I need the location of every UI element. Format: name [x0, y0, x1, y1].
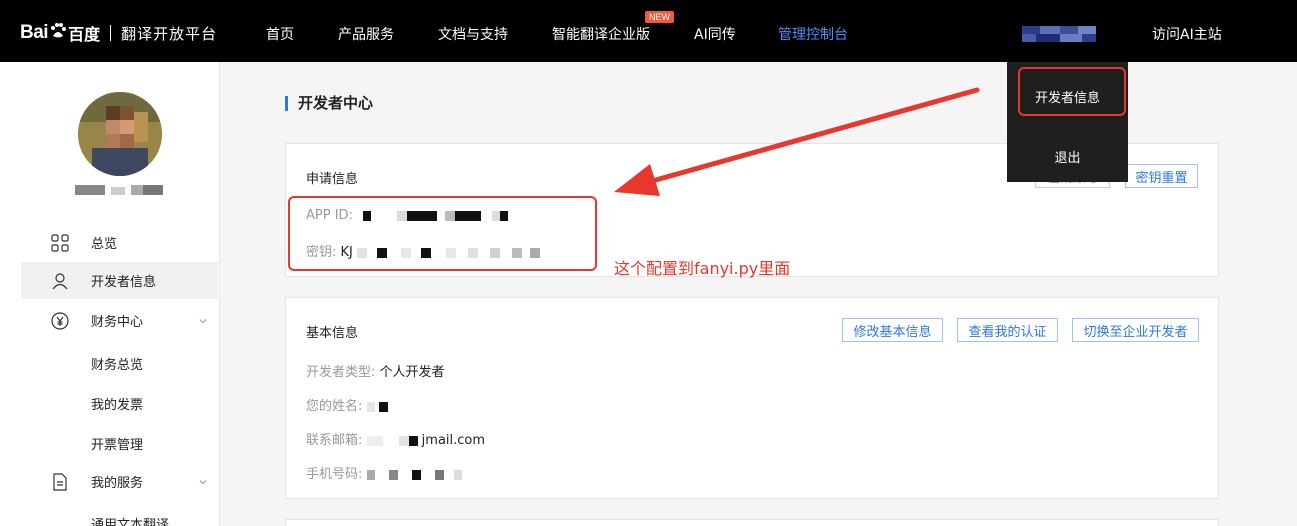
nav-enterprise[interactable]: 智能翻译企业版 — [552, 24, 650, 44]
apply-info-title: 申请信息 — [306, 172, 359, 187]
nav-home[interactable]: 首页 — [266, 24, 294, 44]
sidebar-label-finance: 财务中心 — [91, 315, 144, 330]
sidebar-item-finance-overview[interactable]: 财务总览 — [91, 354, 143, 373]
user-icon — [52, 272, 68, 289]
annotation-note: 这个配置到fanyi.py里面 — [614, 259, 791, 278]
username-redacted[interactable] — [1022, 26, 1096, 42]
platform-name: 翻译开放平台 — [121, 24, 218, 43]
phone-field: 手机号码: — [306, 463, 463, 482]
annotation-highlight-developer-info — [1018, 67, 1126, 116]
nav-products[interactable]: 产品服务 — [338, 24, 394, 44]
avatar[interactable] — [78, 92, 162, 176]
phone-value-redacted — [366, 467, 463, 482]
sidebar-label-developer-info: 开发者信息 — [91, 275, 157, 290]
page-title: 开发者中心 — [285, 96, 373, 111]
chevron-down-icon — [199, 479, 207, 484]
yen-icon — [51, 311, 69, 330]
sidebar-item-finance[interactable]: 财务中心 — [21, 302, 218, 339]
name-field: 您的姓名: — [306, 395, 388, 414]
developer-type-field: 开发者类型: 个人开发者 — [306, 361, 445, 380]
annotation-highlight-credentials — [288, 196, 597, 271]
email-field: 联系邮箱: jmail.com — [306, 429, 485, 448]
sidebar-item-my-services[interactable]: 我的服务 — [21, 463, 218, 500]
avatar-image — [78, 92, 162, 176]
sidebar-label-overview: 总览 — [91, 237, 118, 252]
grid-icon — [51, 233, 69, 252]
name-label: 您的姓名: — [306, 399, 363, 414]
logo-text-baidu: 百度 — [68, 25, 101, 44]
edit-basic-info-button[interactable]: 修改基本信息 — [842, 318, 943, 342]
next-card-partial — [285, 519, 1219, 526]
sidebar-item-invoice-management[interactable]: 开票管理 — [91, 434, 143, 453]
sidebar: 总览 开发者信息 财务中心 财务总览 我的发票 开票管理 我的服务 通用文本翻译 — [0, 62, 220, 526]
sidebar-item-my-invoices[interactable]: 我的发票 — [91, 394, 143, 413]
menu-item-logout[interactable]: 退出 — [1007, 147, 1128, 166]
email-label: 联系邮箱: — [306, 433, 363, 448]
baidu-logo[interactable]: Bai 百度 翻译开放平台 — [20, 20, 217, 46]
new-badge: NEW — [645, 11, 674, 23]
sidebar-item-developer-info[interactable]: 开发者信息 — [21, 262, 218, 299]
email-value: jmail.com — [421, 433, 486, 448]
developer-type-label: 开发者类型: — [306, 365, 376, 380]
annotation-arrow — [614, 87, 980, 196]
top-navigation-bar: Bai 百度 翻译开放平台 首页 产品服务 文档与支持 智能翻译企业版 NEW … — [0, 0, 1297, 62]
nav-console[interactable]: 管理控制台 — [778, 24, 848, 44]
switch-enterprise-button[interactable]: 切换至企业开发者 — [1072, 318, 1199, 342]
name-value-redacted — [366, 399, 388, 414]
logo-divider — [110, 25, 112, 41]
nav-docs[interactable]: 文档与支持 — [438, 24, 508, 44]
chevron-down-icon — [199, 318, 207, 323]
email-value-redacted — [366, 433, 418, 448]
paw-icon — [51, 23, 67, 38]
document-icon — [53, 472, 67, 491]
sidebar-item-text-translation[interactable]: 通用文本翻译 — [91, 514, 169, 526]
phone-label: 手机号码: — [306, 467, 363, 482]
logo-text-bai: Bai — [20, 22, 49, 43]
nav-ai-interpret[interactable]: AI同传 — [694, 24, 736, 44]
username-redacted-sidebar — [75, 185, 165, 195]
basic-info-title: 基本信息 — [306, 326, 359, 341]
basic-info-card: 基本信息 修改基本信息 查看我的认证 切换至企业开发者 开发者类型: 个人开发者… — [285, 297, 1219, 499]
sidebar-item-overview[interactable]: 总览 — [21, 224, 218, 261]
developer-type-value: 个人开发者 — [379, 365, 445, 380]
reset-key-button[interactable]: 密钥重置 — [1125, 164, 1198, 188]
nav-ai-main-site[interactable]: 访问AI主站 — [1152, 24, 1222, 44]
view-certification-button[interactable]: 查看我的认证 — [957, 318, 1058, 342]
sidebar-label-my-services: 我的服务 — [91, 476, 144, 491]
